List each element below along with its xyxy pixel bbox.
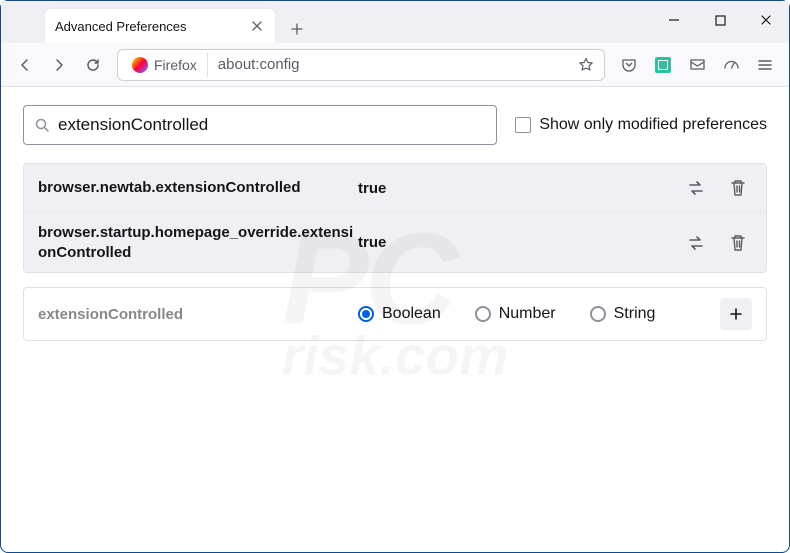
radio-icon — [358, 306, 374, 322]
minimize-button[interactable] — [651, 1, 697, 39]
about-config-content: Show only modified preferences browser.n… — [1, 87, 789, 359]
radio-icon — [475, 306, 491, 322]
pref-row[interactable]: browser.newtab.extensionControlled true — [24, 164, 766, 213]
search-row: Show only modified preferences — [23, 105, 767, 145]
identity-label: Firefox — [154, 57, 197, 73]
reload-button[interactable] — [77, 49, 109, 81]
radio-label: Boolean — [382, 305, 441, 323]
tab-title: Advanced Preferences — [55, 19, 249, 34]
new-pref-name: extensionControlled — [38, 306, 358, 323]
pref-actions — [682, 229, 752, 257]
url-text[interactable]: about:config — [208, 56, 572, 73]
window-controls — [651, 1, 789, 39]
navigation-toolbar: Firefox about:config — [1, 43, 789, 87]
app-menu-button[interactable] — [749, 49, 781, 81]
type-radio-group: Boolean Number String — [358, 305, 720, 323]
show-modified-label: Show only modified preferences — [539, 116, 767, 134]
forward-button[interactable] — [43, 49, 75, 81]
close-window-button[interactable] — [743, 1, 789, 39]
pref-actions — [682, 174, 752, 202]
radio-label: Number — [499, 305, 556, 323]
firefox-logo-icon — [132, 57, 148, 73]
tabs-area: Advanced Preferences — [1, 1, 651, 43]
pref-name: browser.startup.homepage_override.extens… — [38, 223, 358, 262]
toggle-icon[interactable] — [682, 174, 710, 202]
show-modified-checkbox[interactable] — [515, 117, 531, 133]
pref-value: true — [358, 180, 682, 197]
inbox-icon[interactable] — [681, 49, 713, 81]
show-modified-checkbox-wrap[interactable]: Show only modified preferences — [515, 116, 767, 134]
extension-icon[interactable] — [647, 49, 679, 81]
pref-name: browser.newtab.extensionControlled — [38, 178, 358, 198]
toggle-icon[interactable] — [682, 229, 710, 257]
search-icon — [34, 117, 50, 133]
pocket-icon[interactable] — [613, 49, 645, 81]
speed-icon[interactable] — [715, 49, 747, 81]
url-bar[interactable]: Firefox about:config — [117, 49, 605, 81]
add-preference-button[interactable] — [720, 298, 752, 330]
preference-search-box[interactable] — [23, 105, 497, 145]
close-tab-icon[interactable] — [249, 18, 265, 34]
radio-label: String — [614, 305, 656, 323]
back-button[interactable] — [9, 49, 41, 81]
preference-search-input[interactable] — [58, 115, 486, 135]
browser-tab[interactable]: Advanced Preferences — [45, 9, 275, 43]
delete-icon[interactable] — [724, 229, 752, 257]
bookmark-star-icon[interactable] — [572, 51, 600, 79]
new-preference-row: extensionControlled Boolean Number Strin… — [23, 287, 767, 341]
delete-icon[interactable] — [724, 174, 752, 202]
identity-box[interactable]: Firefox — [122, 53, 208, 77]
radio-icon — [590, 306, 606, 322]
new-tab-button[interactable] — [283, 15, 311, 43]
radio-boolean[interactable]: Boolean — [358, 305, 441, 323]
pref-value: true — [358, 234, 682, 251]
radio-number[interactable]: Number — [475, 305, 556, 323]
preferences-table: browser.newtab.extensionControlled true … — [23, 163, 767, 273]
titlebar: Advanced Preferences — [1, 1, 789, 43]
maximize-button[interactable] — [697, 1, 743, 39]
pref-row[interactable]: browser.startup.homepage_override.extens… — [24, 213, 766, 272]
radio-string[interactable]: String — [590, 305, 656, 323]
